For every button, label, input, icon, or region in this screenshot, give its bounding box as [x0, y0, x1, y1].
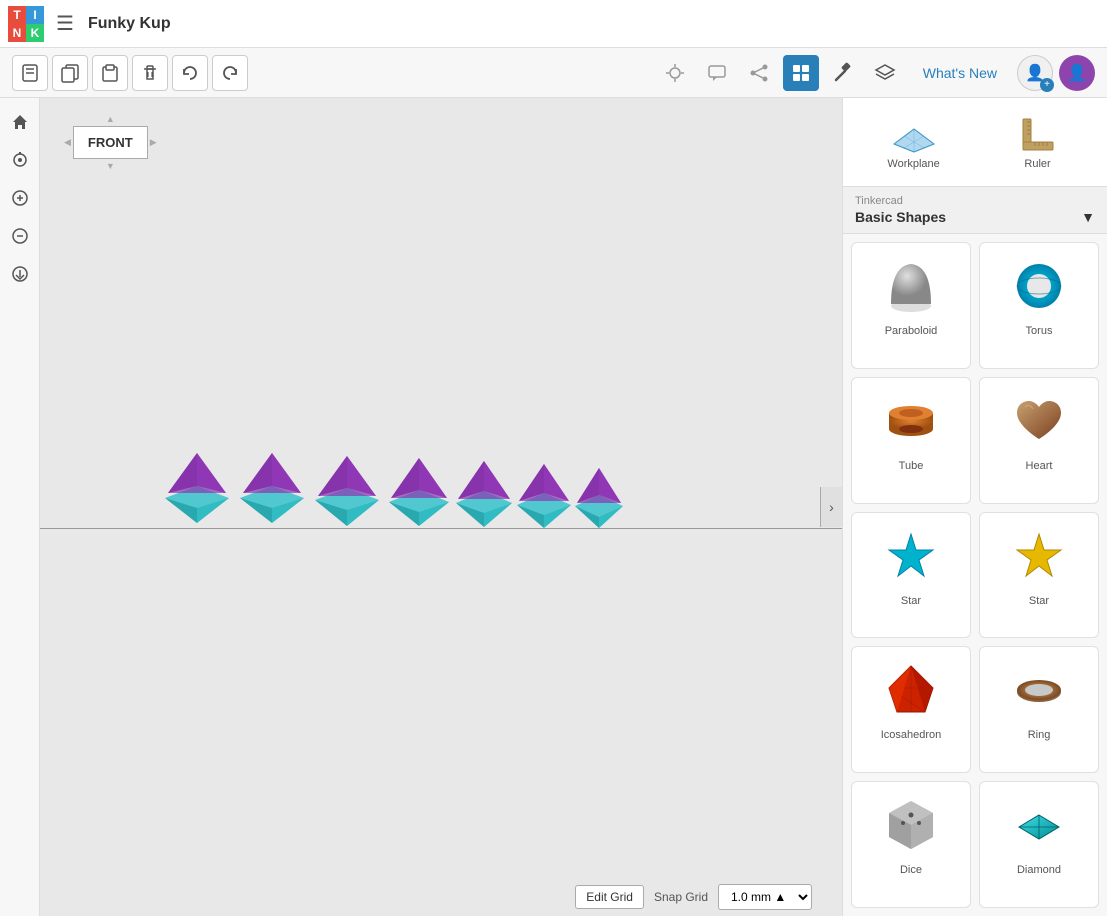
diamond-icon	[1004, 790, 1074, 860]
shape-paraboloid[interactable]: Paraboloid	[851, 242, 971, 369]
ring-label: Ring	[1028, 729, 1051, 741]
torus-label: Torus	[1026, 325, 1053, 337]
3d-shapes-container	[160, 448, 625, 538]
front-label[interactable]: FRONT	[73, 126, 148, 159]
heart-icon	[1004, 386, 1074, 456]
grid-view-btn[interactable]	[783, 55, 819, 91]
star-teal-icon	[876, 521, 946, 591]
shape-torus[interactable]: Torus	[979, 242, 1099, 369]
light-icon-btn[interactable]	[657, 55, 693, 91]
logo-t: T	[8, 6, 26, 24]
undo-button[interactable]	[172, 55, 208, 91]
shape-7	[573, 460, 625, 538]
plus-badge: +	[1040, 78, 1054, 92]
dice-label: Dice	[900, 864, 922, 876]
dice-icon	[876, 790, 946, 860]
top-bar: T I N K ☰ Funky Kup	[0, 0, 1107, 48]
layers-btn[interactable]	[867, 55, 903, 91]
paste-button[interactable]	[92, 55, 128, 91]
icosahedron-label: Icosahedron	[881, 729, 942, 741]
snap-value-select[interactable]: 1.0 mm ▲ 0.5 mm 0.1 mm	[718, 884, 812, 910]
menu-icon: ☰	[56, 11, 74, 36]
project-title: Funky Kup	[88, 15, 171, 33]
shapes-header: Tinkercad Basic Shapes ▼	[843, 187, 1107, 234]
download-button[interactable]	[4, 258, 36, 290]
workplane-tool[interactable]: Workplane	[879, 110, 947, 174]
delete-button[interactable]	[132, 55, 168, 91]
toolbar: What's New 👤 + 👤	[0, 48, 1107, 98]
paraboloid-label: Paraboloid	[885, 325, 938, 337]
right-tools: Workplane Ruler	[843, 98, 1107, 187]
torus-icon	[1004, 251, 1074, 321]
comment-icon-btn[interactable]	[699, 55, 735, 91]
workplane-label: Workplane	[887, 158, 939, 170]
share-icon-btn[interactable]	[741, 55, 777, 91]
shapes-grid: Paraboloid	[843, 234, 1107, 916]
shape-heart[interactable]: Heart	[979, 377, 1099, 504]
hammer-btn[interactable]	[825, 55, 861, 91]
dropdown-chevron: ▼	[1081, 209, 1095, 225]
bottom-bar: Edit Grid Snap Grid 1.0 mm ▲ 0.5 mm 0.1 …	[575, 878, 812, 916]
shapes-dropdown[interactable]: Basic Shapes ▼	[855, 209, 1095, 225]
shape-3	[310, 448, 385, 538]
add-user-button[interactable]: 👤 +	[1017, 55, 1053, 91]
up-arrow: ▲	[106, 114, 115, 124]
shape-icosahedron[interactable]: Icosahedron	[851, 646, 971, 773]
whats-new-button[interactable]: What's New	[909, 59, 1011, 87]
right-arrow-cube: ▶	[150, 137, 157, 148]
ring-icon	[1004, 655, 1074, 725]
shape-6	[515, 456, 573, 538]
left-panel	[0, 98, 40, 916]
ruler-label: Ruler	[1024, 158, 1050, 170]
main-area: ▲ ◀ FRONT ▶ ▼	[0, 98, 1107, 916]
zoom-in-button[interactable]	[4, 182, 36, 214]
view-cube[interactable]: ▲ ◀ FRONT ▶ ▼	[64, 114, 157, 171]
shape-2	[235, 448, 310, 538]
shape-ring[interactable]: Ring	[979, 646, 1099, 773]
star-teal-label: Star	[901, 595, 921, 607]
shape-dice[interactable]: Dice	[851, 781, 971, 908]
avatar-icon: 👤	[1067, 63, 1087, 83]
shape-tube[interactable]: Tube	[851, 377, 971, 504]
logo-i: I	[26, 6, 44, 24]
canvas-right-arrow[interactable]: ›	[820, 487, 842, 527]
zoom-out-button[interactable]	[4, 220, 36, 252]
diamond-label: Diamond	[1017, 864, 1061, 876]
shape-diamond[interactable]: Diamond	[979, 781, 1099, 908]
shapes-category: Tinkercad	[855, 195, 1095, 207]
shape-5	[453, 453, 515, 538]
right-panel: Workplane Ruler	[842, 98, 1107, 916]
ruler-tool[interactable]: Ruler	[1005, 110, 1071, 174]
rotate-button[interactable]	[4, 144, 36, 176]
avatar[interactable]: 👤	[1059, 55, 1095, 91]
shape-star-gold[interactable]: Star	[979, 512, 1099, 639]
tube-icon	[876, 386, 946, 456]
app-logo[interactable]: T I N K	[8, 6, 44, 42]
home-button[interactable]	[4, 106, 36, 138]
logo-n: N	[8, 24, 26, 42]
shape-4	[385, 450, 453, 538]
copy-button[interactable]	[52, 55, 88, 91]
heart-label: Heart	[1026, 460, 1053, 472]
new-button[interactable]	[12, 55, 48, 91]
icosahedron-icon	[876, 655, 946, 725]
logo-k: K	[26, 24, 44, 42]
down-arrow: ▼	[106, 161, 115, 171]
tube-label: Tube	[899, 460, 924, 472]
shape-1	[160, 448, 235, 538]
canvas-area[interactable]: ▲ ◀ FRONT ▶ ▼	[40, 98, 842, 916]
shape-star-teal[interactable]: Star	[851, 512, 971, 639]
star-gold-label: Star	[1029, 595, 1049, 607]
redo-button[interactable]	[212, 55, 248, 91]
edit-grid-button[interactable]: Edit Grid	[575, 885, 644, 909]
snap-grid-label: Snap Grid	[654, 890, 708, 904]
left-arrow: ◀	[64, 137, 71, 148]
star-gold-icon	[1004, 521, 1074, 591]
paraboloid-icon	[876, 251, 946, 321]
